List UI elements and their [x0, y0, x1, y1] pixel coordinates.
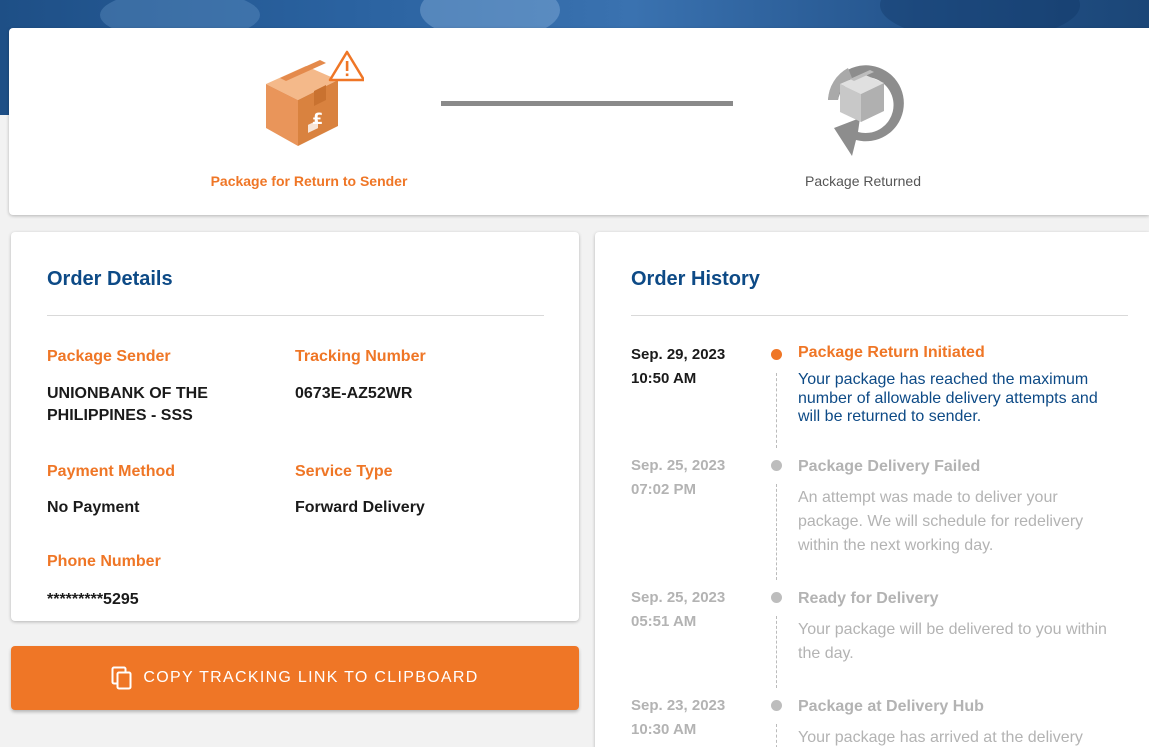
payment-method-value: No Payment [47, 499, 140, 516]
copy-icon [111, 666, 132, 690]
timeline-dot [771, 460, 782, 471]
history-event-title: Ready for Delivery [798, 590, 939, 607]
package-warning-icon: £ [266, 50, 364, 146]
history-event-title: Package Return Initiated [798, 344, 985, 361]
phone-number-value: *********5295 [47, 591, 139, 608]
history-event-description: An attempt was made to deliver your pack… [798, 489, 1084, 554]
tracking-number-label: Tracking Number [295, 348, 426, 365]
delivery-progress-card: £ Package for Return to Sender Package R… [9, 28, 1149, 215]
divider [631, 315, 1128, 316]
history-event-title: Package at Delivery Hub [798, 698, 984, 715]
progress-connector [441, 101, 733, 106]
progress-step-label: Package for Return to Sender [210, 173, 408, 189]
history-event-description: Your package will be delivered to you wi… [798, 621, 1107, 662]
divider [47, 315, 544, 316]
service-type-value: Forward Delivery [295, 499, 425, 516]
package-sender-value: UNIONBANK OF THE PHILIPPINES - SSS [47, 385, 208, 424]
order-details-card: Order Details Package Sender UNIONBANK O… [11, 232, 579, 621]
timeline-connector [776, 616, 777, 688]
package-returned-icon [828, 65, 904, 156]
history-event-time: 07:02 PM [631, 481, 697, 498]
history-event-description: Your package has reached the maximum num… [798, 371, 1098, 425]
order-history-card: Order History Sep. 29, 2023 10:50 AM Pac… [595, 232, 1149, 747]
svg-text:£: £ [312, 109, 323, 128]
history-event-date: Sep. 29, 2023 [631, 346, 726, 363]
order-history-title: Order History [631, 268, 760, 290]
history-event-title: Package Delivery Failed [798, 458, 981, 475]
timeline-dot [771, 592, 782, 603]
timeline-connector [776, 724, 777, 747]
history-event-time: 10:30 AM [631, 721, 697, 738]
payment-method-label: Payment Method [47, 463, 176, 480]
history-event-time: 10:50 AM [631, 370, 697, 387]
phone-number-label: Phone Number [47, 553, 161, 570]
history-event-description: Your package has arrived at the delivery [798, 729, 1083, 746]
package-sender-label: Package Sender [47, 348, 171, 365]
timeline-dot [771, 700, 782, 711]
progress-step-label: Package Returned [805, 173, 921, 189]
history-event-date: Sep. 25, 2023 [631, 457, 726, 474]
order-details-title: Order Details [47, 268, 173, 290]
service-type-label: Service Type [295, 463, 393, 480]
timeline-connector [776, 484, 777, 580]
history-event-date: Sep. 23, 2023 [631, 697, 726, 714]
history-event-date: Sep. 25, 2023 [631, 589, 726, 606]
copy-tracking-link-button[interactable]: COPY TRACKING LINK TO CLIPBOARD [11, 646, 579, 710]
history-event-time: 05:51 AM [631, 613, 697, 630]
copy-tracking-link-label: COPY TRACKING LINK TO CLIPBOARD [143, 669, 479, 686]
tracking-number-value: 0673E-AZ52WR [295, 385, 413, 402]
timeline-dot [771, 349, 782, 360]
timeline-connector [776, 373, 777, 448]
